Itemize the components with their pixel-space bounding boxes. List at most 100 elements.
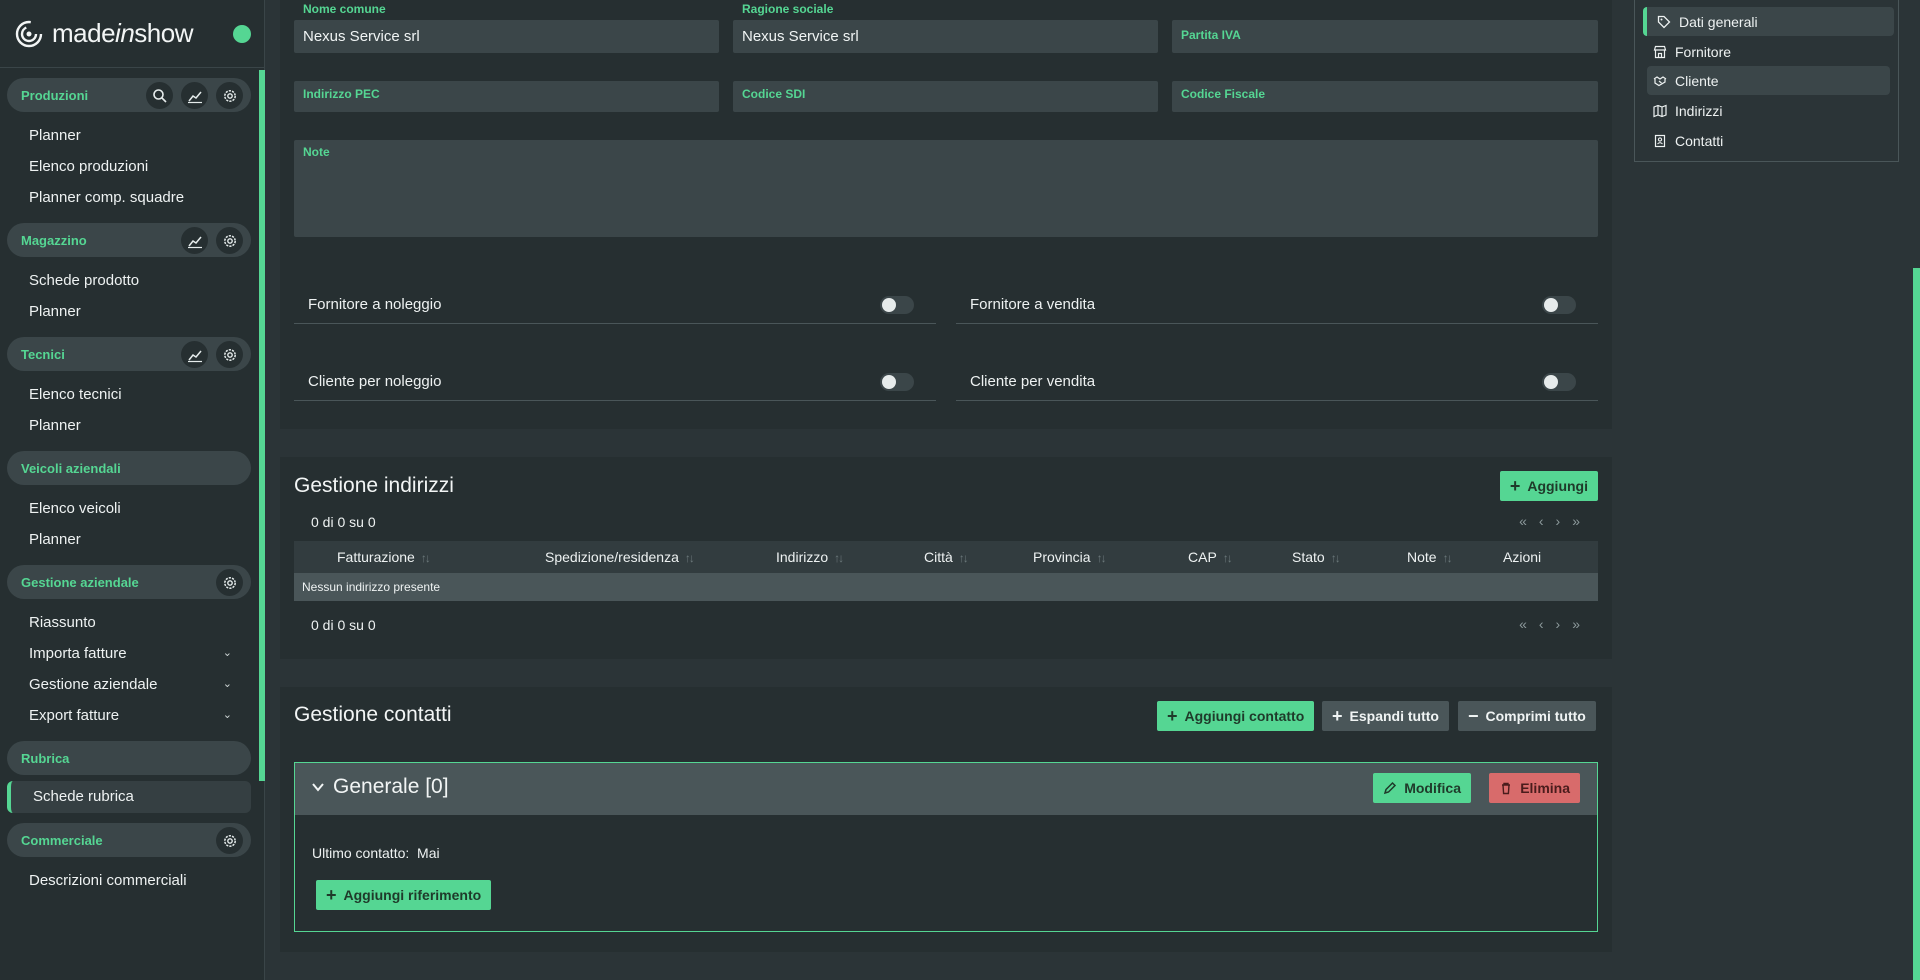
nav-item-riassunto[interactable]: Riassunto (0, 607, 252, 638)
chart-icon[interactable] (181, 82, 208, 109)
gear-icon[interactable] (216, 341, 243, 368)
tag-icon (1657, 15, 1671, 28)
sort-icon: ↑↓ (684, 551, 695, 565)
next-page-icon[interactable]: › (1556, 616, 1561, 632)
pager-info-bottom: 0 di 0 su 0 (311, 617, 376, 633)
note-field[interactable]: Note (294, 140, 1598, 237)
addresses-empty-row: Nessun indirizzo presente (294, 573, 1598, 601)
logo-icon (15, 20, 43, 47)
nav-item-export-fatture[interactable]: Export fatture ⌄ (0, 700, 252, 731)
minus-icon: − (1468, 706, 1479, 726)
contact-card-icon (1654, 134, 1666, 147)
gear-icon[interactable] (216, 82, 243, 109)
chart-icon[interactable] (181, 227, 208, 254)
nav-item-planner-comp-squadre[interactable]: Planner comp. squadre (0, 182, 252, 213)
gear-icon[interactable] (216, 569, 243, 596)
first-page-icon[interactable]: « (1519, 616, 1527, 632)
pager-info-top: 0 di 0 su 0 (311, 514, 376, 530)
last-contact-value: Mai (417, 845, 440, 861)
chevron-down-icon: ⌄ (222, 709, 232, 721)
contacts-title: Gestione contatti (294, 703, 452, 726)
partita-iva-field[interactable]: Partita IVA (1172, 20, 1598, 53)
map-icon (1653, 104, 1667, 117)
nav-item-elenco-produzioni[interactable]: Elenco produzioni (0, 151, 252, 182)
expand-all-button[interactable]: + Espandi tutto (1322, 701, 1449, 731)
delete-group-button[interactable]: Elimina (1489, 773, 1580, 803)
addresses-panel: Gestione indirizzi + Aggiungi 0 di 0 su 0… (280, 457, 1612, 659)
nav-item-elenco-tecnici[interactable]: Elenco tecnici (0, 379, 252, 410)
plus-icon: + (1167, 706, 1178, 726)
column-indirizzo[interactable]: Indirizzo ↑↓ (776, 549, 844, 565)
last-page-icon[interactable]: » (1572, 513, 1580, 529)
indirizzo-pec-field[interactable]: Indirizzo PEC (294, 81, 719, 112)
section-link-contatti[interactable]: Contatti (1647, 126, 1890, 155)
section-link-cliente[interactable]: Cliente (1647, 66, 1890, 95)
nav-menu: Produzioni Planner Elenco produzioni Pla… (0, 70, 259, 906)
nav-head-veicoli[interactable]: Veicoli aziendali (7, 451, 251, 485)
partita-iva-label: Partita IVA (1181, 28, 1241, 42)
gear-icon[interactable] (216, 227, 243, 254)
pager-top: « ‹ › » (1519, 513, 1580, 529)
prev-page-icon[interactable]: ‹ (1539, 513, 1544, 529)
contact-group-header[interactable]: Generale [0] Modifica Elimina (295, 763, 1597, 815)
column-stato[interactable]: Stato ↑↓ (1292, 549, 1341, 565)
nav-item-gestione-aziendale[interactable]: Gestione aziendale ⌄ (0, 669, 252, 700)
page-scrollbar[interactable] (1913, 268, 1920, 980)
nav-item-importa-fatture[interactable]: Importa fatture ⌄ (0, 638, 252, 669)
nome-comune-field[interactable]: Nome comune Nexus Service srl (294, 2, 719, 53)
nav-item-schede-rubrica[interactable]: Schede rubrica (7, 781, 251, 813)
section-link-dati-generali[interactable]: Dati generali (1643, 7, 1894, 36)
nav-item-elenco-veicoli[interactable]: Elenco veicoli (0, 493, 252, 524)
nav-item-descrizioni-commerciali[interactable]: Descrizioni commerciali (0, 865, 252, 896)
last-page-icon[interactable]: » (1572, 616, 1580, 632)
nav-section-veicoli: Veicoli aziendali Elenco veicoli Planner (0, 451, 259, 555)
gear-icon[interactable] (216, 827, 243, 854)
nav-item-planner[interactable]: Planner (0, 524, 252, 555)
chevron-down-icon[interactable] (311, 780, 325, 794)
codice-sdi-field[interactable]: Codice SDI (733, 81, 1158, 112)
codice-fiscale-field[interactable]: Codice Fiscale (1172, 81, 1598, 112)
add-address-button[interactable]: + Aggiungi (1499, 471, 1598, 501)
edit-group-button[interactable]: Modifica (1373, 773, 1471, 803)
add-reference-button[interactable]: + Aggiungi riferimento (316, 880, 492, 910)
ragione-sociale-field[interactable]: Ragione sociale Nexus Service srl (733, 2, 1158, 53)
column-citta[interactable]: Città ↑↓ (924, 549, 969, 565)
add-contact-button[interactable]: + Aggiungi contatto (1157, 701, 1315, 731)
chart-icon[interactable] (181, 341, 208, 368)
nav-item-planner[interactable]: Planner (0, 120, 252, 151)
section-link-fornitore[interactable]: Fornitore (1647, 37, 1890, 66)
addresses-table-header: Fatturazione ↑↓ Spedizione/residenza ↑↓ In… (294, 541, 1598, 573)
search-icon[interactable] (146, 82, 173, 109)
nav-head-commerciale[interactable]: Commerciale (7, 823, 251, 857)
cliente-noleggio-toggle[interactable] (880, 373, 914, 391)
column-fatturazione[interactable]: Fatturazione ↑↓ (337, 549, 431, 565)
prev-page-icon[interactable]: ‹ (1539, 616, 1544, 632)
chevron-down-icon: ⌄ (222, 647, 232, 659)
logo[interactable]: madeinshow (0, 0, 264, 68)
nav-item-schede-prodotto[interactable]: Schede prodotto (0, 265, 252, 296)
trash-icon (1502, 782, 1511, 795)
cliente-noleggio-label: Cliente per noleggio (308, 373, 442, 390)
section-link-indirizzi[interactable]: Indirizzi (1647, 96, 1890, 125)
toggle-row-cliente-noleggio: Cliente per noleggio (294, 359, 936, 401)
column-cap[interactable]: CAP ↑↓ (1188, 549, 1233, 565)
collapse-all-button[interactable]: − Comprimi tutto (1458, 701, 1596, 731)
last-contact: Ultimo contatto: Mai (312, 845, 440, 861)
nav-item-planner[interactable]: Planner (0, 410, 252, 441)
cliente-vendita-toggle[interactable] (1542, 373, 1576, 391)
nav-item-planner[interactable]: Planner (0, 296, 252, 327)
column-note[interactable]: Note ↑↓ (1407, 549, 1453, 565)
nav-head-magazzino[interactable]: Magazzino (7, 223, 251, 257)
column-spedizione[interactable]: Spedizione/residenza ↑↓ (545, 549, 695, 565)
column-provincia[interactable]: Provincia ↑↓ (1033, 549, 1107, 565)
nav-head-produzioni[interactable]: Produzioni (7, 78, 251, 112)
sidebar: madeinshow Produzioni Planner Elenco pro… (0, 0, 265, 980)
next-page-icon[interactable]: › (1556, 513, 1561, 529)
fornitore-vendita-toggle[interactable] (1542, 296, 1576, 314)
first-page-icon[interactable]: « (1519, 513, 1527, 529)
plus-icon: + (1332, 706, 1343, 726)
fornitore-noleggio-toggle[interactable] (880, 296, 914, 314)
nav-head-gestione-aziendale[interactable]: Gestione aziendale (7, 565, 251, 599)
nav-head-tecnici[interactable]: Tecnici (7, 337, 251, 371)
nav-head-rubrica[interactable]: Rubrica (7, 741, 251, 775)
